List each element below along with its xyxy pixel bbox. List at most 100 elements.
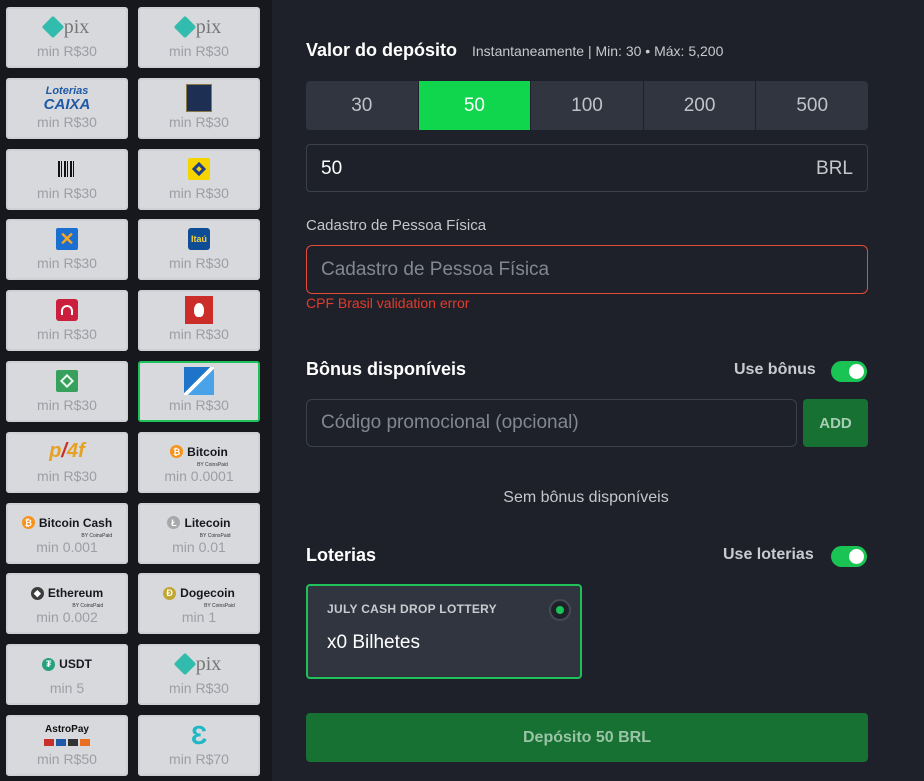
lottery-tickets: x0 Bilhetes xyxy=(327,632,420,653)
itau-logo: Itaú xyxy=(140,225,258,253)
cpf-error-message: CPF Brasil validation error xyxy=(306,295,470,311)
lottery-radio[interactable] xyxy=(549,599,571,621)
pix-logo: pix xyxy=(140,13,258,41)
amount-option-100[interactable]: 100 xyxy=(531,81,644,130)
radio-dot xyxy=(556,606,564,614)
payment-method-litecoin[interactable]: Ł Litecoin BY CoinsPaid min 0.01 xyxy=(138,502,260,564)
payment-methods-sidebar: pix min R$30 pix min R$30 Loterias CAIXA min R… xyxy=(0,0,272,781)
pix-text: pix xyxy=(195,652,222,675)
payment-min-amount: min R$30 xyxy=(37,255,97,272)
itau-text: Itaú xyxy=(188,228,210,251)
payment-method-itau[interactable]: Itaú min R$30 xyxy=(138,219,260,281)
litecoin-label: Litecoin xyxy=(184,515,231,530)
use-lottery-label: Use loterias xyxy=(723,546,814,563)
pix-logo: pix xyxy=(140,650,258,678)
payment-min-amount: min 1 xyxy=(181,609,217,626)
payment-min-amount: min R$50 xyxy=(37,751,97,767)
dogecoin-label: Dogecoin xyxy=(180,586,235,601)
payment-method-safra[interactable]: min R$30 xyxy=(138,77,260,139)
payment-method-usdt[interactable]: ₮ USDT min 5 xyxy=(6,644,128,706)
payment-method-loterias-caixa[interactable]: Loterias CAIXA min R$30 xyxy=(6,77,128,139)
payment-min-amount: min R$30 xyxy=(37,184,97,201)
ethereum-label: Ethereum xyxy=(47,586,104,601)
payment-method-bank-transfer-2[interactable]: min R$30 xyxy=(138,361,260,422)
payment-method-pix[interactable]: pix min R$30 xyxy=(138,7,260,68)
astropay-text: AstroPay xyxy=(45,724,89,735)
payment-method-santander[interactable]: min R$30 xyxy=(138,290,260,352)
amount-option-50[interactable]: 50 xyxy=(418,81,532,130)
payment-method-e-wallet[interactable]: Ɛmin R$70 xyxy=(138,715,260,776)
cpf-input[interactable] xyxy=(306,245,868,294)
use-bonus-toggle[interactable] xyxy=(831,361,867,382)
payment-min-amount: min R$30 xyxy=(169,43,229,59)
astropay-logo: AstroPay xyxy=(8,721,126,749)
payment-method-bitcoin[interactable]: ₿ Bitcoin BY CoinsPaid min 0.0001 xyxy=(138,431,260,493)
bitcoin-label: Bitcoin xyxy=(187,444,228,459)
payment-method-boleto[interactable]: min R$30 xyxy=(6,148,128,210)
deposit-title: Valor do depósito xyxy=(306,40,458,60)
bitcoin-icon: ₿ Bitcoin BY CoinsPaid xyxy=(140,438,258,468)
payment-method-ethereum[interactable]: ◆ Ethereum BY CoinsPaid min 0.002 xyxy=(6,573,128,635)
payment-method-dogecoin[interactable]: Ð Dogecoin BY CoinsPaid min 1 xyxy=(138,573,260,635)
payment-min-amount: min R$30 xyxy=(169,255,229,272)
toggle-knob xyxy=(849,364,864,379)
use-lottery-toggle[interactable] xyxy=(831,546,867,567)
payment-min-amount: min 0.001 xyxy=(36,538,98,555)
p24-logo: p/4f xyxy=(49,440,85,463)
cpf-label: Cadastro de Pessoa Física xyxy=(306,217,487,234)
amount-option-200[interactable]: 200 xyxy=(644,81,757,130)
pix-text: pix xyxy=(63,15,90,38)
payment-method-banco-do-brasil[interactable]: min R$30 xyxy=(138,148,260,210)
use-bonus-label: Use bônus xyxy=(734,361,816,378)
payment-min-amount: min 0.002 xyxy=(36,609,98,626)
payment-min-amount: min R$30 xyxy=(169,397,229,413)
pix-diamond-icon xyxy=(173,15,197,39)
deposit-submit-button[interactable]: Depósito 50 BRL xyxy=(306,713,868,762)
amount-currency: BRL xyxy=(816,158,853,179)
payment-method-astropay[interactable]: AstroPay min R$50 xyxy=(6,715,128,776)
green-box-icon xyxy=(8,367,126,395)
payment-method-bradesco[interactable]: min R$30 xyxy=(6,290,128,352)
payment-min-amount: min R$30 xyxy=(37,326,97,343)
p24-text-end: 4f xyxy=(66,440,85,463)
payment-min-amount: min R$30 xyxy=(37,43,97,59)
payment-method-caixa[interactable]: ✕ min R$30 xyxy=(6,219,128,281)
payment-min-amount: min R$30 xyxy=(169,680,229,697)
payment-min-amount: min R$70 xyxy=(169,751,229,767)
p24-text: p xyxy=(49,440,62,463)
payment-min-amount: min R$30 xyxy=(37,397,97,413)
promo-code-input[interactable] xyxy=(306,399,797,447)
payment-min-amount: min R$30 xyxy=(169,326,229,343)
amount-field[interactable]: 50 BRL xyxy=(306,144,868,192)
lottery-title: Loterias xyxy=(306,545,377,565)
usdt-label: USDT xyxy=(59,657,92,672)
ethereum-icon: ◆ Ethereum BY CoinsPaid xyxy=(8,579,126,609)
dogecoin-icon: Ð Dogecoin BY CoinsPaid xyxy=(140,579,258,609)
payment-method-bank-transfer[interactable]: min R$30 xyxy=(6,361,128,422)
payment-min-amount: min R$30 xyxy=(37,113,97,130)
blue-arrow-logo xyxy=(140,367,258,395)
toggle-knob xyxy=(849,549,864,564)
deposit-form: Valor do depósito Instantaneamente | Min… xyxy=(276,0,924,781)
amount-option-500[interactable]: 500 xyxy=(756,81,868,130)
lottery-card[interactable]: JULY CASH DROP LOTTERY x0 Bilhetes xyxy=(306,584,582,679)
pix-logo: pix xyxy=(8,13,126,41)
loterias-caixa-logo: Loterias CAIXA xyxy=(8,84,126,112)
no-bonus-text: Sem bônus disponíveis xyxy=(503,489,669,506)
amount-selector: 30 50 100 200 500 xyxy=(306,81,868,130)
payment-method-bitcoin-cash[interactable]: ₿ Bitcoin Cash BY CoinsPaid min 0.001 xyxy=(6,502,128,564)
amount-option-30[interactable]: 30 xyxy=(306,81,419,130)
litecoin-icon: Ł Litecoin BY CoinsPaid xyxy=(140,509,258,539)
add-promo-button[interactable]: ADD xyxy=(803,399,868,447)
caixa-logo: ✕ xyxy=(8,225,126,253)
payment-method-pix[interactable]: pix min R$30 xyxy=(138,644,260,706)
deposit-subtitle: Instantaneamente | Min: 30 • Máx: 5,200 xyxy=(472,43,724,59)
bitcoin-cash-label: Bitcoin Cash xyxy=(38,515,113,530)
lottery-name: JULY CASH DROP LOTTERY xyxy=(327,602,497,616)
payment-method-pix[interactable]: pix min R$30 xyxy=(6,7,128,68)
bradesco-logo xyxy=(8,296,126,324)
barcode-icon xyxy=(8,155,126,183)
payment-method-p24[interactable]: p/4f min R$30 xyxy=(6,431,128,493)
pix-diamond-icon xyxy=(41,15,65,39)
tether-icon: ₮ USDT xyxy=(8,650,126,678)
